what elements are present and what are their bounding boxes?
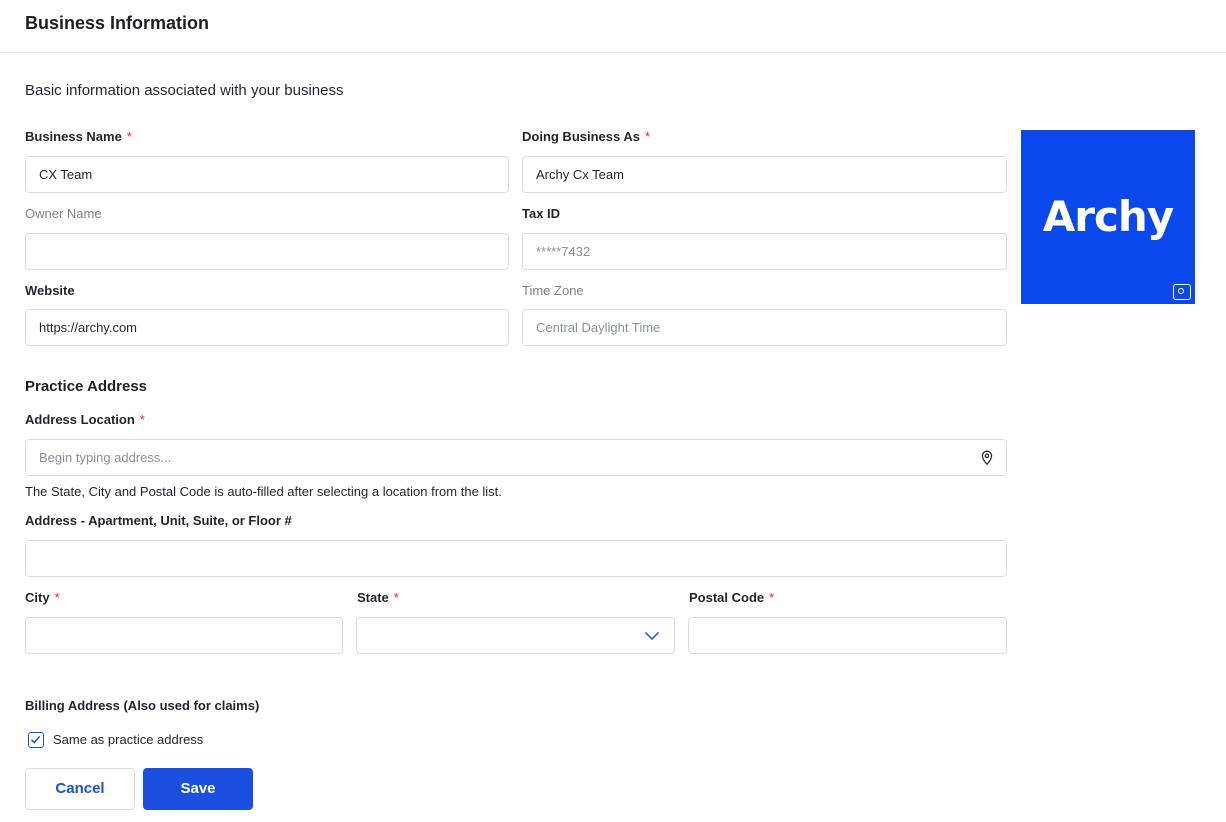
same-as-practice-checkbox[interactable] xyxy=(28,732,44,748)
address-unit-label: Address - Apartment, Unit, Suite, or Flo… xyxy=(25,513,292,528)
page-title: Business Information xyxy=(25,13,210,33)
required-asterisk: * xyxy=(126,129,132,144)
required-asterisk: * xyxy=(393,590,399,605)
map-pin-icon xyxy=(981,450,993,466)
same-as-practice-label[interactable]: Same as practice address xyxy=(53,732,203,747)
state-select[interactable] xyxy=(356,617,675,654)
checkmark-icon xyxy=(30,735,41,744)
business-name-input[interactable]: CX Team xyxy=(25,156,509,193)
dba-label: Doing Business As * xyxy=(522,129,651,144)
postal-code-input[interactable] xyxy=(688,617,1007,654)
time-zone-label: Time Zone xyxy=(522,283,584,298)
dba-input[interactable]: Archy Cx Team xyxy=(522,156,1007,193)
cancel-button[interactable]: Cancel xyxy=(25,768,135,810)
city-label: City * xyxy=(25,590,60,605)
required-asterisk: * xyxy=(644,129,651,144)
section-description: Basic information associated with your b… xyxy=(25,82,344,99)
billing-address-label: Billing Address (Also used for claims) xyxy=(25,698,260,713)
practice-address-title: Practice Address xyxy=(25,378,148,395)
tax-id-input[interactable]: *****7432 xyxy=(522,233,1007,270)
postal-code-label: Postal Code * xyxy=(689,590,775,605)
owner-name-input[interactable] xyxy=(25,233,509,270)
logo-text: Archy xyxy=(1042,192,1174,241)
required-asterisk: * xyxy=(54,590,60,605)
required-asterisk: * xyxy=(139,412,145,427)
address-location-input[interactable]: Begin typing address... xyxy=(25,439,1007,476)
address-hint: The State, City and Postal Code is auto-… xyxy=(25,484,502,499)
city-input[interactable] xyxy=(25,617,343,654)
camera-icon[interactable] xyxy=(1173,284,1191,300)
address-location-label: Address Location * xyxy=(25,412,145,427)
business-logo[interactable]: Archy xyxy=(1021,130,1195,304)
save-button[interactable]: Save xyxy=(143,768,253,810)
required-asterisk: * xyxy=(769,590,775,605)
page-header: Business Information xyxy=(0,0,1226,53)
chevron-down-icon xyxy=(644,631,660,641)
time-zone-input[interactable]: Central Daylight Time xyxy=(522,309,1007,346)
state-label: State * xyxy=(357,590,399,605)
website-label: Website xyxy=(25,283,75,298)
website-input[interactable]: https://archy.com xyxy=(25,309,509,346)
address-location-placeholder: Begin typing address... xyxy=(39,450,172,465)
address-unit-input[interactable] xyxy=(25,540,1007,577)
tax-id-label: Tax ID xyxy=(522,206,561,221)
business-name-label: Business Name * xyxy=(25,129,132,144)
owner-name-label: Owner Name xyxy=(25,206,102,221)
